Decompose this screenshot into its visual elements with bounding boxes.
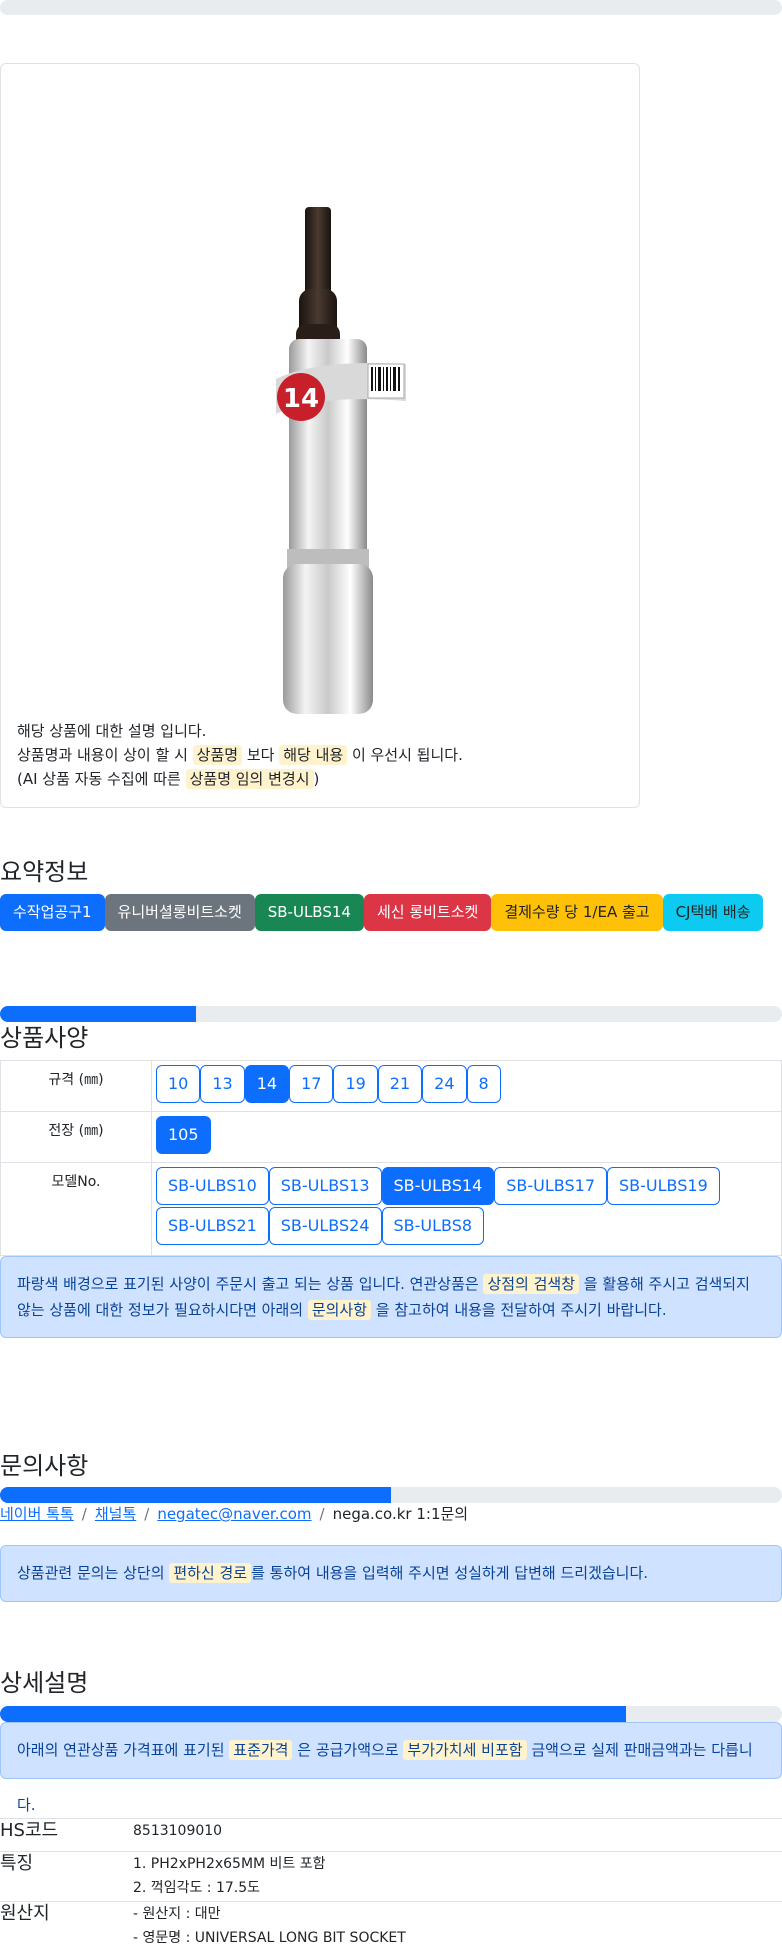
channel-talk-link[interactable]: 채널톡 [95,1505,136,1523]
detail-line: - 원산지 : 대만 [133,1906,221,1922]
spec-option-button[interactable]: 19 [333,1065,378,1103]
detail-table: HS코드 8513109010 특징 1. PH2xPH2x65MM 비트 포함… [0,1818,782,1950]
spec-option-button[interactable]: 8 [466,1065,501,1103]
notice-text: 상품관련 문의는 상단의 [17,1564,170,1582]
link-separator: / [81,1505,87,1523]
detail-line: 2. 꺽임각도 : 17.5도 [133,1880,260,1896]
email-link[interactable]: negatec@naver.com [157,1505,311,1523]
summary-title: 요약정보 [0,858,89,886]
notice-text: 를 통하여 내용을 입력해 주시면 성실하게 답변해 드리겠습니다. [251,1564,649,1582]
spec-option-button[interactable]: SB-ULBS19 [607,1167,720,1205]
spec-options: 10 13 14 17 19 21 24 8 [151,1060,782,1112]
inquiry-progress-bar [0,1487,782,1503]
top-progress-bar [0,0,782,15]
spec-option-button[interactable]: SB-ULBS13 [268,1167,382,1205]
spec-option-button[interactable]: SB-ULBS24 [268,1207,382,1245]
highlight-text: 상점의 검색창 [483,1274,580,1294]
detail-title: 상세설명 [0,1669,89,1697]
detail-line: 8513109010 [133,1823,223,1839]
detail-progress-bar [0,1706,782,1722]
spec-option-button[interactable]: 10 [156,1065,201,1103]
inquiry-links: 네이버 톡톡 / 채널톡 / negatec@naver.com / nega.co.kr … [0,1503,468,1524]
badge-model: SB-ULBS14 [254,894,364,931]
spec-label: 규격 (㎜) [0,1060,152,1112]
description-line: 상품명과 내용이 상이 할 시 상품명 보다 해당 내용 이 우선시 됩니다. [17,743,463,767]
link-separator: / [144,1505,150,1523]
detail-value: 1. PH2xPH2x65MM 비트 포함 2. 꺽임각도 : 17.5도 [133,1851,782,1902]
highlight-text: 상품명 임의 변경시 [185,769,314,789]
spec-option-button[interactable]: SB-ULBS21 [156,1207,269,1245]
highlight-text: 부가가치세 비포함 [403,1740,527,1760]
badge-brand: 세신 롱비트소켓 [363,894,492,931]
spec-label: 전장 (㎜) [0,1111,152,1163]
spec-title: 상품사양 [0,1024,89,1052]
product-image-card: 14 해당 상품에 대한 설명 입니다. 상품명과 내용이 상이 할 시 상품명… [0,63,640,808]
spec-row-model: 모델No. SB-ULBS10 SB-ULBS13 SB-ULBS14 SB-ULBS… [0,1162,782,1256]
detail-line: - 영문명 : UNIVERSAL LONG BIT SOCKET [133,1930,406,1946]
socket-size-label: 14 [283,384,319,414]
spec-option-button[interactable]: SB-ULBS10 [156,1167,269,1205]
description-text: 해당 상품에 대한 설명 입니다. [17,722,207,740]
notice-text: 아래의 연관상품 가격표에 표기된 [17,1741,230,1759]
spec-options: SB-ULBS10 SB-ULBS13 SB-ULBS14 SB-ULBS17 SB-U… [151,1162,782,1256]
spec-label: 모델No. [0,1162,152,1256]
site-inquiry-text: nega.co.kr 1:1문의 [332,1505,469,1523]
highlight-text: 상품명 [192,745,243,765]
detail-notice: 아래의 연관상품 가격표에 표기된 표준가격 은 공급가액으로 부가가치세 비포… [0,1722,782,1814]
description-line: 해당 상품에 대한 설명 입니다. [17,719,463,743]
spec-table: 규격 (㎜) 10 13 14 17 19 21 24 8 전장 (㎜) 105 모델No. … [0,1060,782,1256]
highlight-text: 표준가격 [229,1740,293,1760]
inquiry-title: 문의사항 [0,1452,89,1480]
spec-option-button[interactable]: SB-ULBS14 [381,1167,495,1205]
detail-value: - 원산지 : 대만 - 영문명 : UNIVERSAL LONG BIT SOC… [133,1901,782,1950]
product-description: 해당 상품에 대한 설명 입니다. 상품명과 내용이 상이 할 시 상품명 보다… [17,719,463,791]
badge-product-type: 유니버셜롱비트소켓 [104,894,255,931]
spec-progress-bar [0,1006,782,1022]
spec-notice: 파랑색 배경으로 표기된 사양이 주문시 출고 되는 상품 입니다. 연관상품은… [0,1256,782,1338]
spec-option-button[interactable]: 17 [289,1065,334,1103]
badge-quantity: 결제수량 당 1/EA 출고 [491,894,663,931]
spec-option-button[interactable]: SB-ULBS8 [381,1207,485,1245]
inquiry-progress-fill [0,1487,391,1503]
highlight-text: 편하신 경로 [169,1563,252,1583]
spec-option-button[interactable]: 14 [244,1065,290,1103]
detail-line: 1. PH2xPH2x65MM 비트 포함 [133,1856,326,1872]
description-text: 상품명과 내용이 상이 할 시 [17,746,193,764]
description-text: 이 우선시 됩니다. [347,746,463,764]
notice-text: 파랑색 배경으로 표기된 사양이 주문시 출고 되는 상품 입니다. 연관상품은 [17,1275,484,1293]
spec-options: 105 [151,1111,782,1163]
detail-progress-fill [0,1706,626,1722]
detail-value: 8513109010 [133,1818,782,1852]
spec-row-length: 전장 (㎜) 105 [0,1111,782,1163]
highlight-text: 해당 내용 [279,745,348,765]
spec-option-button[interactable]: SB-ULBS17 [494,1167,607,1205]
description-text: (AI 상품 자동 수집에 따른 [17,770,186,788]
spec-option-button[interactable]: 21 [377,1065,423,1103]
detail-key: HS코드 [0,1818,133,1852]
spec-option-button[interactable]: 13 [200,1065,245,1103]
detail-key: 원산지 [0,1901,133,1950]
highlight-text: 문의사항 [307,1300,372,1320]
description-line: (AI 상품 자동 수집에 따른 상품명 임의 변경시) [17,767,463,791]
spec-option-button[interactable]: 105 [156,1116,211,1154]
summary-badges: 수작업공구1 유니버셜롱비트소켓 SB-ULBS14 세신 롱비트소켓 결제수량… [0,894,764,931]
detail-row-hscode: HS코드 8513109010 [0,1818,782,1852]
spec-option-button[interactable]: 24 [422,1065,467,1103]
naver-talk-link[interactable]: 네이버 톡톡 [0,1505,74,1523]
detail-row-origin: 원산지 - 원산지 : 대만 - 영문명 : UNIVERSAL LONG BIT… [0,1901,782,1950]
detail-row-features: 특징 1. PH2xPH2x65MM 비트 포함 2. 꺽임각도 : 17.5도 [0,1851,782,1902]
notice-text: 은 공급가액으로 [292,1741,404,1759]
notice-text: 을 참고하여 내용을 전달하여 주시기 바랍니다. [371,1301,667,1319]
spec-row-size: 규격 (㎜) 10 13 14 17 19 21 24 8 [0,1060,782,1112]
product-image: 14 [276,207,406,714]
link-separator: / [319,1505,325,1523]
description-text: ) [313,770,320,788]
badge-category: 수작업공구1 [0,894,105,931]
badge-shipping: CJ택배 배송 [662,894,764,931]
description-text: 보다 [242,746,280,764]
inquiry-notice: 상품관련 문의는 상단의 편하신 경로 를 통하여 내용을 입력해 주시면 성실하… [0,1545,782,1602]
detail-key: 특징 [0,1851,133,1902]
